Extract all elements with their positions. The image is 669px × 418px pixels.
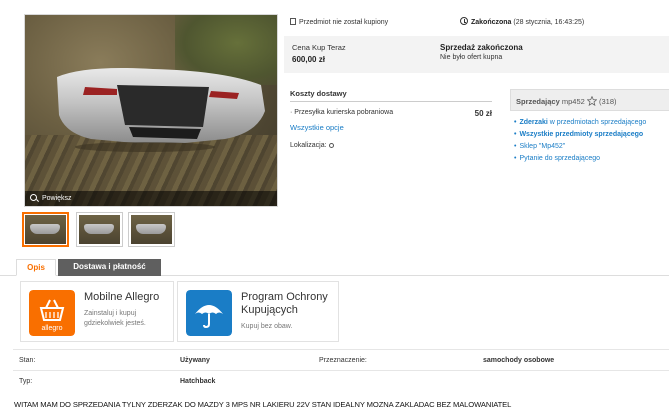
shipping-title: Koszty dostawy xyxy=(290,89,492,102)
thumbnail[interactable] xyxy=(76,212,123,247)
attribute-value: Używany xyxy=(180,357,210,364)
seller-link-shop[interactable]: Sklep "Mp452" xyxy=(514,141,669,153)
attribute-label: Typ: xyxy=(19,378,33,385)
attribute-value: samochody osobowe xyxy=(483,357,555,364)
tab-bar: Opis Dostawa i płatność xyxy=(0,258,669,276)
thumbnail[interactable] xyxy=(22,212,69,247)
shipping-option: · Przesyłka kurierska pobraniowa 50 zł xyxy=(290,109,492,118)
sale-substatus: Nie było ofert kupna xyxy=(440,54,503,61)
all-shipping-options-link[interactable]: Wszystkie opcje xyxy=(290,123,492,132)
promo-mobile-allegro[interactable]: allegro Mobilne Allegro Zainstaluj i kup… xyxy=(20,281,174,342)
price-value: 600,00 zł xyxy=(292,55,325,64)
zoom-bar[interactable]: Powiększ xyxy=(25,191,277,206)
svg-text:allegro: allegro xyxy=(41,325,62,332)
location-pin-icon[interactable] xyxy=(328,143,334,148)
sale-status: Sprzedaż zakończona xyxy=(440,43,523,52)
shipping-option-label: · Przesyłka kurierska pobraniowa xyxy=(290,109,394,116)
attribute-row: Typ: Hatchback xyxy=(13,370,669,391)
promo-subtitle: Kupuj bez obaw. xyxy=(241,323,293,330)
item-description: WITAM MAM DO SPRZEDANIA TYLNY ZDERZAK DO… xyxy=(14,400,512,409)
zoom-label: Powiększ xyxy=(41,195,72,202)
main-product-photo[interactable]: Powiększ xyxy=(24,14,278,207)
seller-link-category[interactable]: Zderzaki w przedmiotach sprzedającego xyxy=(514,117,669,129)
attribute-value: Hatchback xyxy=(180,378,216,385)
star-icon xyxy=(586,96,597,106)
promo-title: Mobilne Allegro xyxy=(84,291,160,303)
magnifier-icon xyxy=(30,194,37,201)
not-bought-status: Przedmiot nie został kupiony xyxy=(290,18,388,26)
promo-title: Program Ochrony Kupujących xyxy=(241,291,328,316)
thumbnail[interactable] xyxy=(128,212,175,247)
promo-subtitle: gdziekolwiek jesteś. xyxy=(84,320,146,327)
seller-rating[interactable]: (318) xyxy=(599,97,617,106)
shipping-option-price: 50 zł xyxy=(474,109,492,118)
bag-icon xyxy=(290,18,296,25)
seller-link-all-items[interactable]: Wszystkie przedmioty sprzedającego xyxy=(514,129,669,141)
bumper-image xyxy=(57,68,265,152)
promo-buyer-protection[interactable]: Program Ochrony Kupujących Kupuj bez obaw… xyxy=(177,281,339,342)
umbrella-icon xyxy=(186,290,232,336)
seller-links: Zderzaki w przedmiotach sprzedającego Ws… xyxy=(510,117,669,165)
seller-link-ask-question[interactable]: Pytanie do sprzedającego xyxy=(514,153,669,165)
auction-ended-status: Zakończona (28 stycznia, 16:43:25) xyxy=(460,17,584,26)
price-label: Cena Kup Teraz xyxy=(292,43,346,52)
promo-subtitle: Zainstaluj i kupuj xyxy=(84,310,137,317)
seller-panel: Sprzedający mp452 (318) Zderzaki w przed… xyxy=(510,89,669,165)
price-box: Cena Kup Teraz 600,00 zł Sprzedaż zakońc… xyxy=(284,36,669,73)
attributes-table: Stan: Używany Przeznaczenie: samochody o… xyxy=(13,349,669,391)
tab-delivery-payment[interactable]: Dostawa i płatność xyxy=(58,259,161,276)
status-row: Przedmiot nie został kupiony Zakończona … xyxy=(290,14,669,32)
location: Lokalizacja: xyxy=(290,142,492,149)
seller-name[interactable]: mp452 xyxy=(562,97,585,106)
attribute-label: Stan: xyxy=(19,357,36,364)
seller-header: Sprzedający mp452 (318) xyxy=(510,89,669,111)
clock-icon xyxy=(460,17,468,25)
attribute-label: Przeznaczenie: xyxy=(319,357,367,364)
attribute-row: Stan: Używany Przeznaczenie: samochody o… xyxy=(13,349,669,370)
tab-description[interactable]: Opis xyxy=(16,259,56,276)
allegro-basket-icon: allegro xyxy=(29,290,75,336)
shipping-section: Koszty dostawy · Przesyłka kurierska pob… xyxy=(290,89,492,149)
